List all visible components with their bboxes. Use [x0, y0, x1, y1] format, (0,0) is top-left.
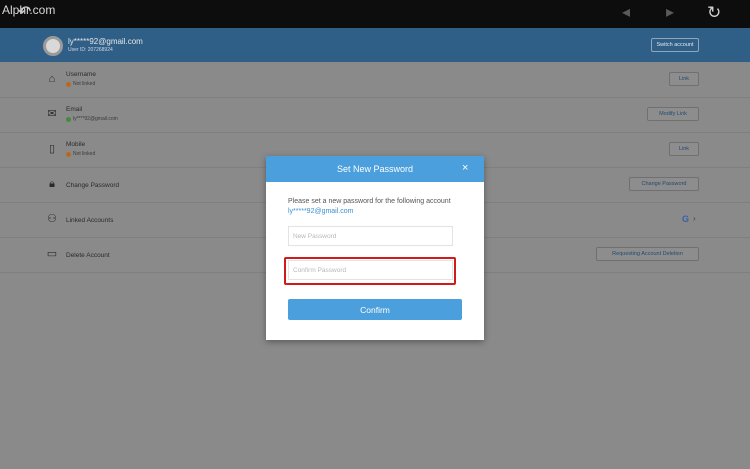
row-status: Not linked — [66, 151, 95, 157]
avatar — [43, 36, 63, 56]
email-row: ✉ Email ly****92@gmail.com Modify Link — [0, 98, 750, 133]
status-dot — [66, 116, 71, 122]
diamond-right-icon[interactable]: ▸ — [666, 4, 674, 22]
linked-accounts-icon: ⚇ — [47, 213, 57, 225]
dialog-title: Set New Password — [336, 164, 414, 174]
google-icon: G — [682, 214, 690, 224]
dialog-header: Set New Password × — [266, 156, 484, 182]
account-header: ly*****92@gmail.com User ID: 207268924 S… — [0, 28, 750, 62]
delete-account-icon: ▭ — [46, 248, 58, 260]
dialog-description: Please set a new password for the follow… — [288, 198, 451, 205]
change-password-button[interactable]: Change Password — [629, 177, 699, 191]
switch-account-button[interactable]: Switch account — [651, 38, 699, 52]
set-new-password-dialog: Set New Password × Please set a new pass… — [266, 156, 484, 340]
account-user-id: User ID: 207268924 — [68, 47, 113, 53]
back-arrow-icon[interactable]: ↶ — [18, 4, 31, 22]
lock-icon: 🔒︎ — [49, 178, 55, 190]
email-icon: ✉ — [47, 108, 57, 120]
refresh-icon[interactable]: ↻ — [707, 4, 721, 22]
username-row: ⌂ Username Not linked Link — [0, 63, 750, 98]
username-icon: ⌂ — [48, 73, 56, 85]
confirm-button[interactable]: Confirm — [288, 299, 462, 320]
link-username-button[interactable]: Link — [669, 72, 699, 86]
chevron-right-icon: › — [693, 214, 696, 223]
row-title: Email — [66, 106, 83, 113]
close-icon[interactable]: × — [462, 162, 468, 174]
row-title: Change Password — [66, 182, 120, 189]
status-text: ly****92@gmail.com — [73, 116, 118, 122]
status-text: Not linked — [73, 81, 96, 87]
mobile-icon: ▯ — [48, 143, 56, 155]
status-dot — [66, 81, 71, 87]
status-dot — [66, 151, 71, 157]
row-status: ly****92@gmail.com — [66, 116, 118, 122]
account-email: ly*****92@gmail.com — [68, 37, 143, 46]
modify-link-button[interactable]: Modify Link — [647, 107, 699, 121]
diamond-left-icon[interactable]: ◂ — [622, 4, 630, 22]
new-password-input[interactable] — [288, 226, 453, 246]
row-title: Mobile — [66, 141, 86, 148]
link-mobile-button[interactable]: Link — [669, 142, 699, 156]
request-account-deletion-button[interactable]: Requesting Account Deletion — [596, 247, 699, 261]
dialog-account-email: ly*****92@gmail.com — [288, 208, 354, 215]
top-toolbar: Alphr.com ↶ ◂ ▸ ↻ — [0, 0, 750, 28]
row-status: Not linked — [66, 81, 95, 87]
highlight-box — [284, 257, 456, 285]
status-text: Not linked — [73, 151, 96, 157]
row-title: Username — [66, 71, 96, 78]
row-title: Linked Accounts — [66, 217, 114, 224]
row-title: Delete Account — [66, 252, 110, 259]
